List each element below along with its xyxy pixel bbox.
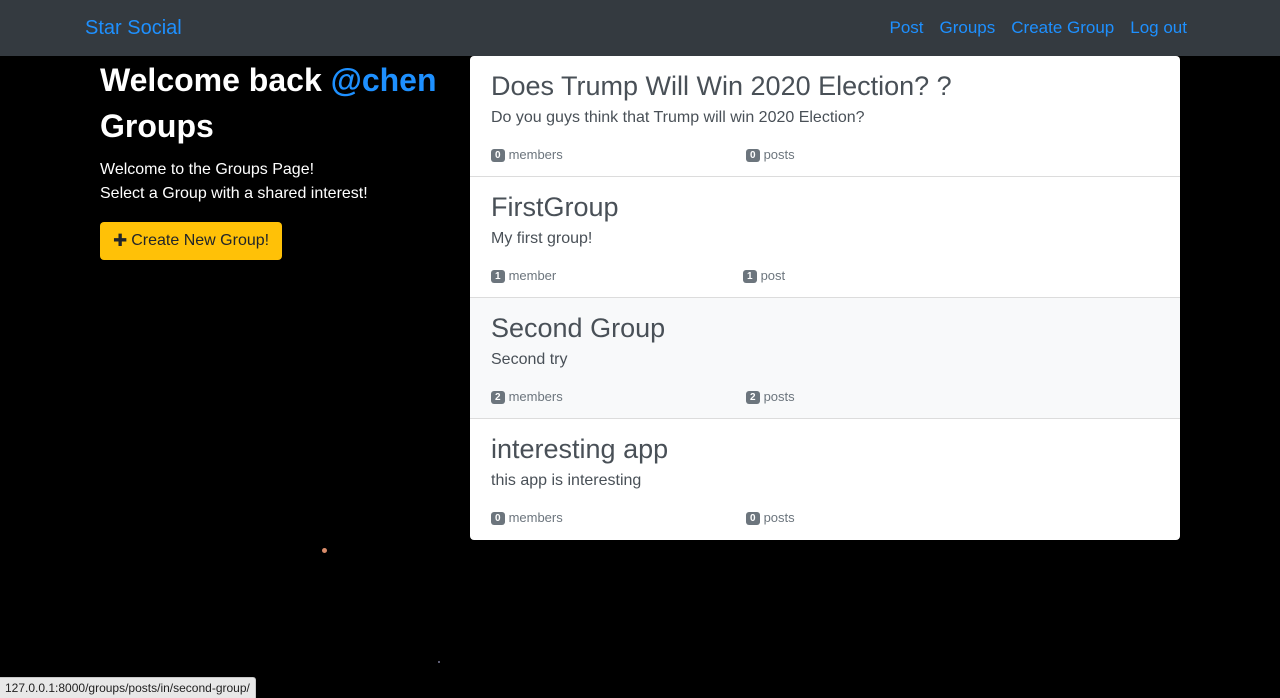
group-item[interactable]: interesting app this app is interesting … (470, 419, 1180, 540)
posts-label: posts (763, 147, 795, 162)
posts-badge: 0 (746, 511, 760, 525)
members-badge: 0 (491, 148, 505, 162)
welcome-prefix: Welcome back (100, 62, 331, 98)
members-label: member (508, 268, 557, 283)
group-members: 0 members (491, 509, 563, 527)
group-description: Do you guys think that Trump will win 20… (491, 109, 865, 126)
group-description: My first group! (491, 230, 593, 247)
nav-link-groups[interactable]: Groups (940, 17, 996, 39)
posts-badge: 2 (746, 390, 760, 404)
group-item[interactable]: FirstGroup My first group! 1 member 1 post (470, 177, 1180, 298)
group-posts: 0 posts (746, 146, 795, 164)
members-badge: 2 (491, 390, 505, 404)
posts-label: post (760, 268, 786, 283)
posts-label: posts (763, 389, 795, 404)
create-new-group-button[interactable]: ✚ Create New Group! (100, 222, 283, 260)
nav-link-create-group[interactable]: Create Group (1011, 17, 1114, 39)
posts-label: posts (763, 510, 795, 525)
nav-links: Post Groups Create Group Log out (873, 17, 1187, 39)
intro-line-2: Select a Group with a shared interest! (100, 185, 368, 202)
members-label: members (508, 147, 563, 162)
group-posts: 2 posts (746, 388, 795, 406)
plus-icon: ✚ (113, 231, 128, 250)
group-members: 1 member (491, 267, 556, 285)
group-title: Second Group (491, 313, 666, 343)
group-title: FirstGroup (491, 192, 619, 222)
nav-link-post[interactable]: Post (889, 17, 923, 39)
group-members: 2 members (491, 388, 563, 406)
intro-line-1: Welcome to the Groups Page! (100, 161, 315, 178)
group-posts: 1 post (743, 267, 785, 285)
intro-text: Welcome to the Groups Page! Select a Gro… (100, 158, 450, 206)
posts-badge: 1 (743, 269, 757, 283)
group-members: 0 members (491, 146, 563, 164)
members-badge: 1 (491, 269, 505, 283)
group-list: Does Trump Will Win 2020 Election? ? Do … (470, 56, 1180, 540)
sidebar: Welcome back @chen Groups Welcome to the… (100, 56, 450, 260)
create-new-group-label: Create New Group! (131, 232, 270, 249)
nav-link-log-out[interactable]: Log out (1130, 17, 1187, 39)
group-title: interesting app (491, 434, 669, 464)
brand-link[interactable]: Star Social (85, 16, 182, 40)
members-label: members (508, 510, 563, 525)
group-item[interactable]: Second Group Second try 2 members 2 posts (470, 298, 1180, 419)
group-description: this app is interesting (491, 472, 642, 489)
members-badge: 0 (491, 511, 505, 525)
group-posts: 0 posts (746, 509, 795, 527)
page-title: Groups (100, 108, 214, 144)
members-label: members (508, 389, 563, 404)
username-link[interactable]: @chen (331, 62, 437, 98)
posts-badge: 0 (746, 148, 760, 162)
welcome-heading: Welcome back @chen (100, 60, 450, 100)
group-item[interactable]: Does Trump Will Win 2020 Election? ? Do … (470, 56, 1180, 177)
star-dot (322, 548, 327, 553)
group-title: Does Trump Will Win 2020 Election? ? (491, 71, 952, 101)
star-dot (438, 661, 440, 663)
status-bar-url: 127.0.0.1:8000/groups/posts/in/second-gr… (0, 677, 256, 698)
navbar: Star Social Post Groups Create Group Log… (0, 0, 1280, 56)
group-description: Second try (491, 351, 568, 368)
